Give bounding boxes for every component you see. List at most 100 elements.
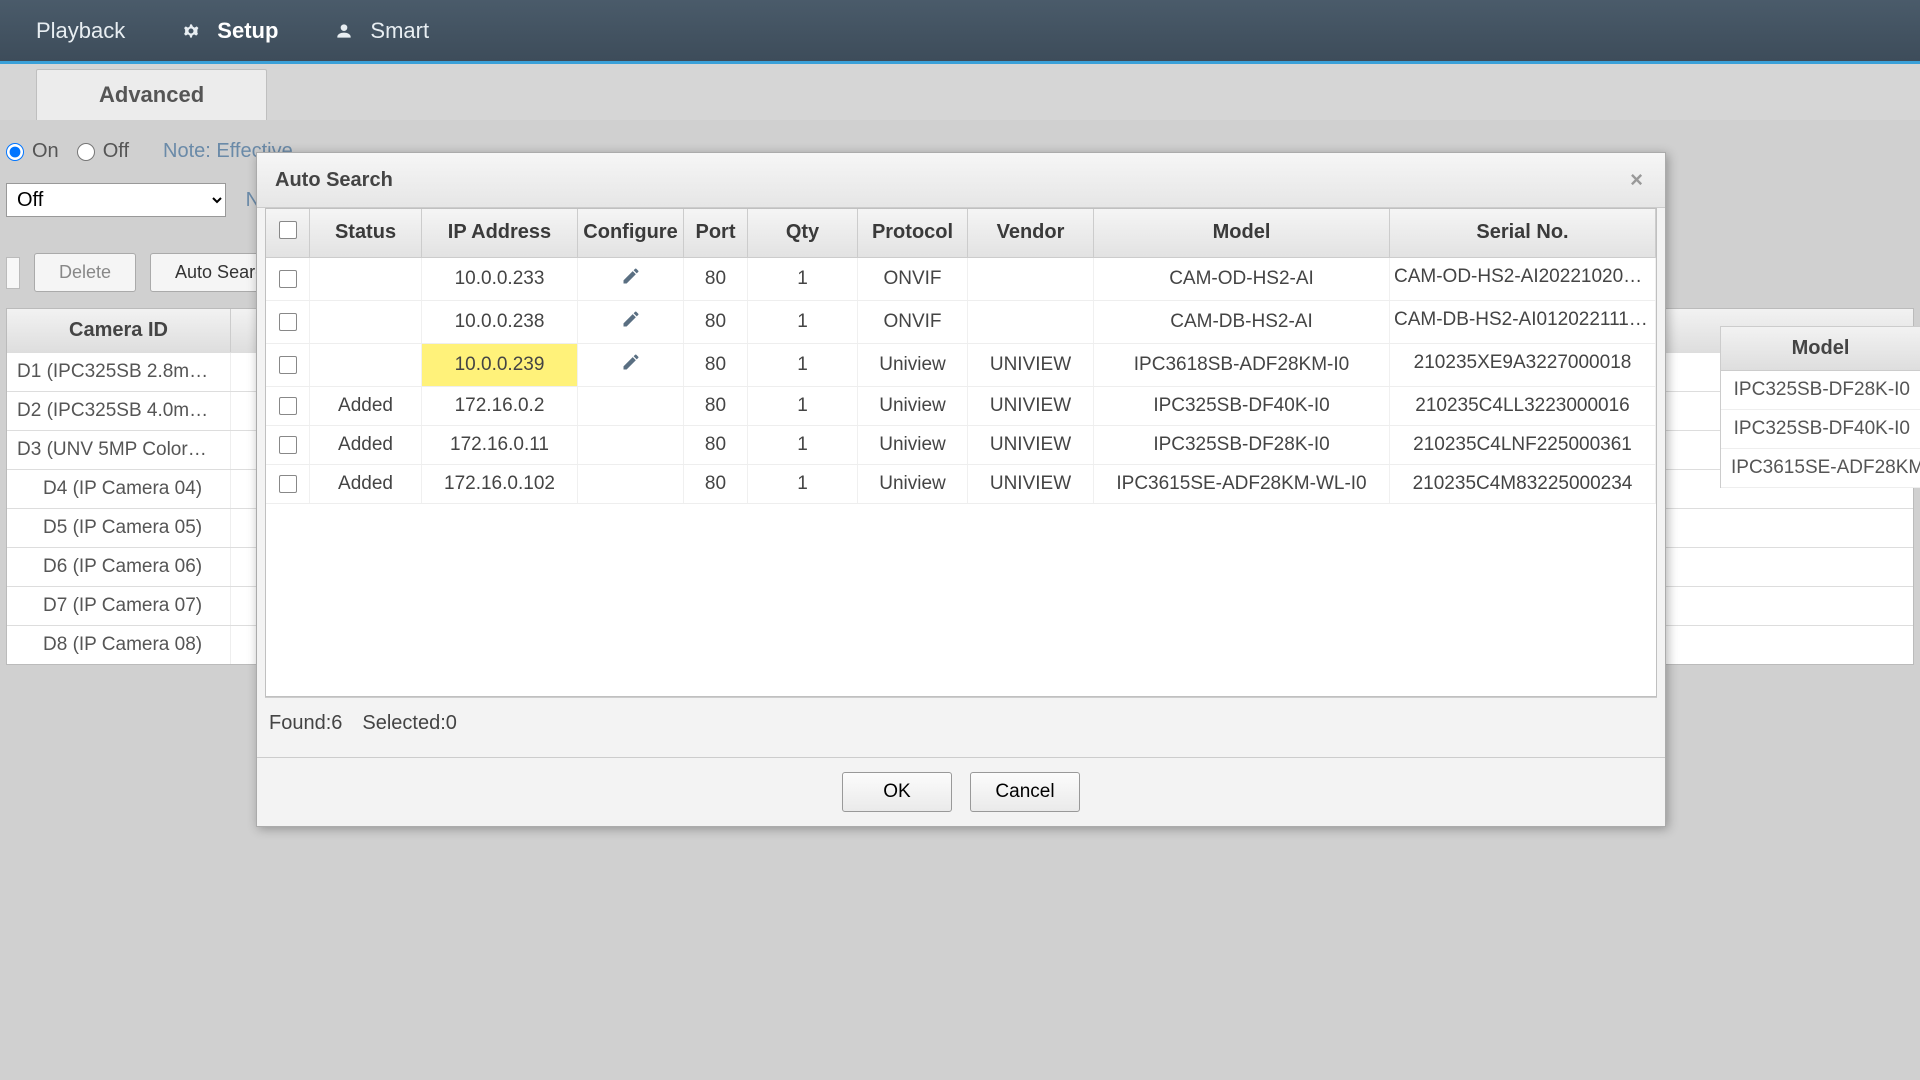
row-checkbox[interactable]: [279, 475, 297, 493]
protocol-cell: ONVIF: [858, 301, 968, 343]
camera-id-cell: D5 (IP Camera 05): [7, 509, 231, 547]
vendor-cell: UNIVIEW: [968, 344, 1094, 386]
qty-cell: 1: [748, 344, 858, 386]
port-cell: 80: [684, 426, 748, 464]
model-cell: IPC325SB-DF28K-I0: [1094, 426, 1390, 464]
tab-advanced-label: Advanced: [99, 82, 204, 107]
nav-playback[interactable]: Playback: [8, 0, 153, 63]
table-row[interactable]: Added172.16.0.2801UniviewUNIVIEWIPC325SB…: [266, 387, 1656, 426]
status-cell: [310, 258, 422, 300]
pencil-icon[interactable]: [621, 352, 641, 378]
gear-icon: [181, 21, 201, 41]
status-cell: Added: [310, 387, 422, 425]
column-port: Port: [684, 209, 748, 258]
camera-id-cell: D2 (IPC325SB 4.0mm Le...: [7, 392, 231, 430]
radio-on-label: On: [32, 140, 59, 163]
table-header-row: Status IP Address Configure Port Qty Pro…: [266, 209, 1656, 258]
ip-cell: 10.0.0.233: [422, 258, 578, 300]
search-results-table: Status IP Address Configure Port Qty Pro…: [265, 208, 1657, 697]
camera-id-cell: D6 (IP Camera 06): [7, 548, 231, 586]
serial-cell: 210235C4LL3223000016: [1390, 387, 1656, 425]
status-bar: Found:6 Selected:0: [265, 697, 1657, 749]
configure-cell: [578, 465, 684, 503]
select-dropdown[interactable]: Off: [6, 183, 226, 217]
serial-cell: 210235XE9A3227000018: [1390, 344, 1656, 386]
port-cell: 80: [684, 301, 748, 343]
column-checkbox: [266, 209, 310, 258]
camera-id-cell: D1 (IPC325SB 2.8mm Le...: [7, 353, 231, 391]
table-row[interactable]: Added172.16.0.102801UniviewUNIVIEWIPC361…: [266, 465, 1656, 504]
ip-cell: 10.0.0.238: [422, 301, 578, 343]
configure-cell: [578, 387, 684, 425]
vendor-cell: UNIVIEW: [968, 465, 1094, 503]
select-all-checkbox[interactable]: [279, 221, 297, 239]
ip-cell: 172.16.0.11: [422, 426, 578, 464]
pencil-icon[interactable]: [621, 309, 641, 335]
nav-setup-label: Setup: [217, 18, 278, 44]
camera-id-cell: D4 (IP Camera 04): [7, 470, 231, 508]
model-cell: IPC3615SE-ADF28KM-WL-I0: [1094, 465, 1390, 503]
column-status: Status: [310, 209, 422, 258]
vendor-cell: UNIVIEW: [968, 426, 1094, 464]
port-cell: 80: [684, 258, 748, 300]
model-cell: IPC325SB-DF40K-I0: [1721, 410, 1920, 449]
qty-cell: 1: [748, 301, 858, 343]
nav-setup[interactable]: Setup: [153, 0, 306, 63]
nav-smart-label: Smart: [370, 18, 429, 44]
tab-advanced[interactable]: Advanced: [36, 69, 267, 120]
model-cell: CAM-OD-HS2-AI: [1094, 258, 1390, 300]
radio-off-label: Off: [103, 140, 129, 163]
row-checkbox[interactable]: [279, 313, 297, 331]
radio-off[interactable]: [77, 143, 95, 161]
spacer: [6, 257, 20, 289]
table-row[interactable]: 10.0.0.238801ONVIFCAM-DB-HS2-AICAM-DB-HS…: [266, 301, 1656, 344]
nav-playback-label: Playback: [36, 18, 125, 44]
person-icon: [334, 21, 354, 41]
column-ip-address: IP Address: [422, 209, 578, 258]
dialog-footer: OK Cancel: [257, 757, 1665, 826]
pencil-icon[interactable]: [621, 266, 641, 292]
camera-id-cell: D7 (IP Camera 07): [7, 587, 231, 625]
close-icon[interactable]: ×: [1626, 167, 1647, 193]
protocol-cell: Uniview: [858, 344, 968, 386]
row-checkbox[interactable]: [279, 436, 297, 454]
protocol-cell: Uniview: [858, 387, 968, 425]
qty-cell: 1: [748, 258, 858, 300]
status-cell: [310, 301, 422, 343]
table-row[interactable]: 10.0.0.233801ONVIFCAM-OD-HS2-AICAM-OD-HS…: [266, 258, 1656, 301]
row-checkbox[interactable]: [279, 397, 297, 415]
row-checkbox[interactable]: [279, 356, 297, 374]
column-camera-id: Camera ID: [7, 309, 231, 352]
model-cell: IPC3615SE-ADF28KM-W: [1721, 449, 1920, 488]
nav-smart[interactable]: Smart: [306, 0, 457, 63]
configure-cell: [578, 258, 684, 300]
column-serial: Serial No.: [1390, 209, 1656, 258]
model-cell: IPC325SB-DF40K-I0: [1094, 387, 1390, 425]
ok-button[interactable]: OK: [842, 772, 952, 812]
qty-cell: 1: [748, 387, 858, 425]
dialog-titlebar: Auto Search ×: [257, 153, 1665, 208]
column-vendor: Vendor: [968, 209, 1094, 258]
ip-cell: 172.16.0.102: [422, 465, 578, 503]
port-cell: 80: [684, 344, 748, 386]
cancel-button[interactable]: Cancel: [970, 772, 1080, 812]
found-count: Found:6: [269, 712, 342, 735]
configure-cell: [578, 301, 684, 343]
table-row[interactable]: Added172.16.0.11801UniviewUNIVIEWIPC325S…: [266, 426, 1656, 465]
camera-id-cell: D8 (IP Camera 08): [7, 626, 231, 664]
serial-cell: 210235C4LNF225000361: [1390, 426, 1656, 464]
serial-cell: CAM-OD-HS2-AI20221020A...: [1390, 258, 1656, 300]
radio-on[interactable]: [6, 143, 24, 161]
status-cell: [310, 344, 422, 386]
qty-cell: 1: [748, 426, 858, 464]
sub-navigation: Advanced: [0, 64, 1920, 120]
camera-id-cell: D3 (UNV 5MP ColorHun...: [7, 431, 231, 469]
column-configure: Configure: [578, 209, 684, 258]
row-checkbox[interactable]: [279, 270, 297, 288]
table-row[interactable]: 10.0.0.239801UniviewUNIVIEWIPC3618SB-ADF…: [266, 344, 1656, 387]
auto-search-dialog: Auto Search × Status IP Address Configur…: [256, 152, 1666, 827]
model-column-fragment: Model IPC325SB-DF28K-I0IPC325SB-DF40K-I0…: [1720, 326, 1920, 488]
status-cell: Added: [310, 465, 422, 503]
delete-button[interactable]: Delete: [34, 253, 136, 292]
qty-cell: 1: [748, 465, 858, 503]
